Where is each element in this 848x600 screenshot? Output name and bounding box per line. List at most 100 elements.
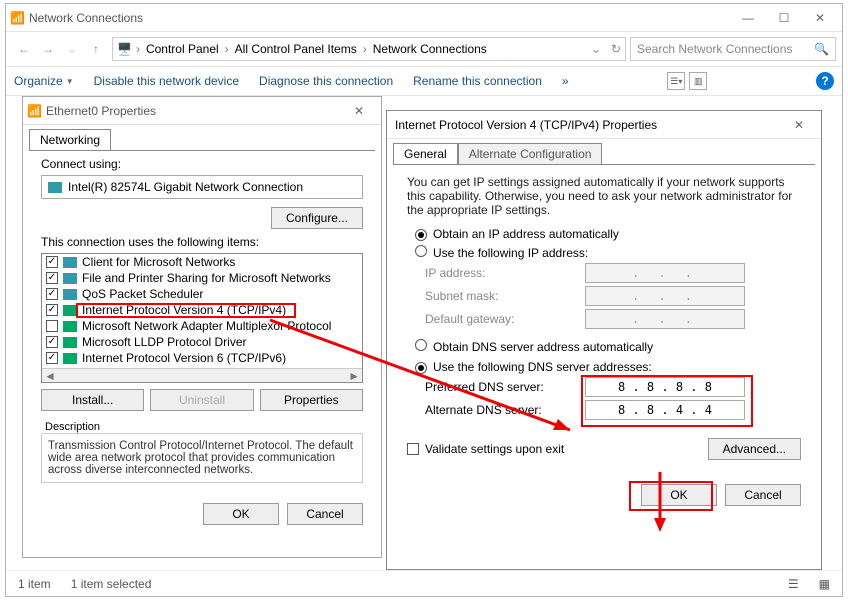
tab-general[interactable]: General (393, 143, 458, 164)
radio-use-ip[interactable]: Use the following IP address: (415, 245, 801, 260)
cancel-button[interactable]: Cancel (725, 484, 801, 506)
highlight-dns (581, 375, 753, 427)
close-button[interactable]: ✕ (802, 6, 838, 30)
crumb-all-items[interactable]: All Control Panel Items (233, 42, 359, 56)
ip-input: . . . (585, 263, 745, 283)
cancel-button[interactable]: Cancel (287, 503, 363, 525)
protocol-icon (63, 337, 77, 348)
checkbox-icon (407, 443, 419, 455)
close-button[interactable]: ✕ (341, 99, 377, 123)
subnet-input: . . . (585, 286, 745, 306)
view-small-icon[interactable]: ▦ (819, 577, 830, 591)
radio-obtain-dns[interactable]: Obtain DNS server address automatically (415, 339, 801, 354)
connect-using-label: Connect using: (41, 157, 363, 171)
protocol-icon (63, 289, 77, 300)
checkbox-icon[interactable] (46, 320, 58, 332)
close-button[interactable]: ✕ (781, 113, 817, 137)
recent-dropdown[interactable]: ⌄ (60, 37, 84, 61)
subnet-label: Subnet mask: (425, 289, 585, 303)
adapter-icon (48, 182, 62, 193)
protocol-icon (63, 321, 77, 332)
disable-device-button[interactable]: Disable this network device (94, 74, 239, 88)
dialog-icon: 📶 (27, 104, 42, 118)
window-title: Network Connections (29, 11, 730, 25)
dialog-title: Ethernet0 Properties (46, 104, 341, 118)
crumb-net-conn[interactable]: Network Connections (371, 42, 489, 56)
status-bar: 1 item 1 item selected ☰ ▦ (6, 570, 842, 596)
checkbox-icon[interactable] (46, 256, 58, 268)
radio-icon (415, 339, 427, 351)
radio-obtain-ip[interactable]: Obtain an IP address automatically (415, 227, 801, 241)
preview-pane-icon[interactable]: ▥ (689, 72, 707, 90)
info-text: You can get IP settings assigned automat… (407, 175, 801, 217)
alt-dns-label: Alternate DNS server: (425, 403, 585, 417)
checkbox-icon[interactable] (46, 272, 58, 284)
view-large-icon[interactable]: ☰ (788, 577, 799, 591)
list-item[interactable]: Microsoft Network Adapter Multiplexor Pr… (42, 318, 362, 334)
gateway-input: . . . (585, 309, 745, 329)
highlight-ok (629, 481, 713, 511)
chevron-down-icon: ▼ (66, 77, 74, 86)
chevron-right-icon: › (225, 42, 229, 56)
radio-icon (415, 362, 427, 374)
refresh-icon[interactable]: ↻ (611, 42, 621, 56)
checkbox-icon[interactable] (46, 352, 58, 364)
adapter-dropdown[interactable]: Intel(R) 82574L Gigabit Network Connecti… (41, 175, 363, 199)
ip-label: IP address: (425, 266, 585, 280)
horizontal-scrollbar[interactable]: ◄► (42, 368, 362, 382)
protocol-label: Microsoft Network Adapter Multiplexor Pr… (82, 319, 331, 333)
chevron-right-icon: › (363, 42, 367, 56)
advanced-button[interactable]: Advanced... (708, 438, 801, 460)
maximize-button[interactable]: ☐ (766, 6, 802, 30)
back-button[interactable]: ← (12, 37, 36, 61)
rename-button[interactable]: Rename this connection (413, 74, 542, 88)
minimize-button[interactable]: — (730, 6, 766, 30)
checkbox-icon[interactable] (46, 336, 58, 348)
address-dropdown-icon[interactable]: ⌄ (591, 42, 601, 56)
protocol-list[interactable]: Client for Microsoft NetworksFile and Pr… (41, 253, 363, 383)
address-bar-row: ← → ⌄ ↑ 🖥️ › Control Panel › All Control… (6, 32, 842, 66)
list-item[interactable]: Internet Protocol Version 6 (TCP/IPv6) (42, 350, 362, 366)
description-text: Transmission Control Protocol/Internet P… (41, 433, 363, 483)
command-bar: Organize▼ Disable this network device Di… (6, 66, 842, 96)
ok-button[interactable]: OK (203, 503, 279, 525)
ethernet-properties-dialog: 📶 Ethernet0 Properties ✕ Networking Conn… (22, 96, 382, 558)
tab-alternate[interactable]: Alternate Configuration (458, 143, 603, 164)
up-button[interactable]: ↑ (84, 37, 108, 61)
crumb-control-panel[interactable]: Control Panel (144, 42, 221, 56)
radio-icon (415, 229, 427, 241)
list-item[interactable]: Client for Microsoft Networks (42, 254, 362, 270)
chevron-right-icon: › (136, 42, 140, 56)
dialog-title: Internet Protocol Version 4 (TCP/IPv4) P… (395, 118, 781, 132)
explorer-titlebar: 📶 Network Connections — ☐ ✕ (6, 4, 842, 32)
list-item[interactable]: QoS Packet Scheduler (42, 286, 362, 302)
organize-menu[interactable]: Organize▼ (14, 74, 74, 88)
search-placeholder: Search Network Connections (637, 42, 792, 56)
protocol-icon (63, 273, 77, 284)
protocol-label: Internet Protocol Version 6 (TCP/IPv6) (82, 351, 286, 365)
tab-networking[interactable]: Networking (29, 129, 111, 150)
properties-button[interactable]: Properties (260, 389, 363, 411)
list-item[interactable]: Microsoft LLDP Protocol Driver (42, 334, 362, 350)
help-icon[interactable]: ? (816, 72, 834, 90)
configure-button[interactable]: Configure... (271, 207, 363, 229)
gateway-label: Default gateway: (425, 312, 585, 326)
pref-dns-label: Preferred DNS server: (425, 380, 585, 394)
checkbox-icon[interactable] (46, 288, 58, 300)
radio-use-dns[interactable]: Use the following DNS server addresses: (415, 360, 801, 374)
install-button[interactable]: Install... (41, 389, 144, 411)
more-commands[interactable]: » (562, 74, 569, 88)
breadcrumb[interactable]: 🖥️ › Control Panel › All Control Panel I… (112, 37, 626, 61)
checkbox-icon[interactable] (46, 304, 58, 316)
diagnose-button[interactable]: Diagnose this connection (259, 74, 393, 88)
validate-checkbox[interactable]: Validate settings upon exit Advanced... (407, 438, 801, 460)
protocol-icon (63, 353, 77, 364)
protocol-icon (63, 305, 77, 316)
search-input[interactable]: Search Network Connections 🔍 (630, 37, 836, 61)
protocol-label: Client for Microsoft Networks (82, 255, 235, 269)
status-item-count: 1 item (18, 577, 51, 591)
view-details-icon[interactable]: ☰▾ (667, 72, 685, 90)
list-item[interactable]: File and Printer Sharing for Microsoft N… (42, 270, 362, 286)
forward-button[interactable]: → (36, 37, 60, 61)
app-icon: 📶 (10, 11, 25, 25)
